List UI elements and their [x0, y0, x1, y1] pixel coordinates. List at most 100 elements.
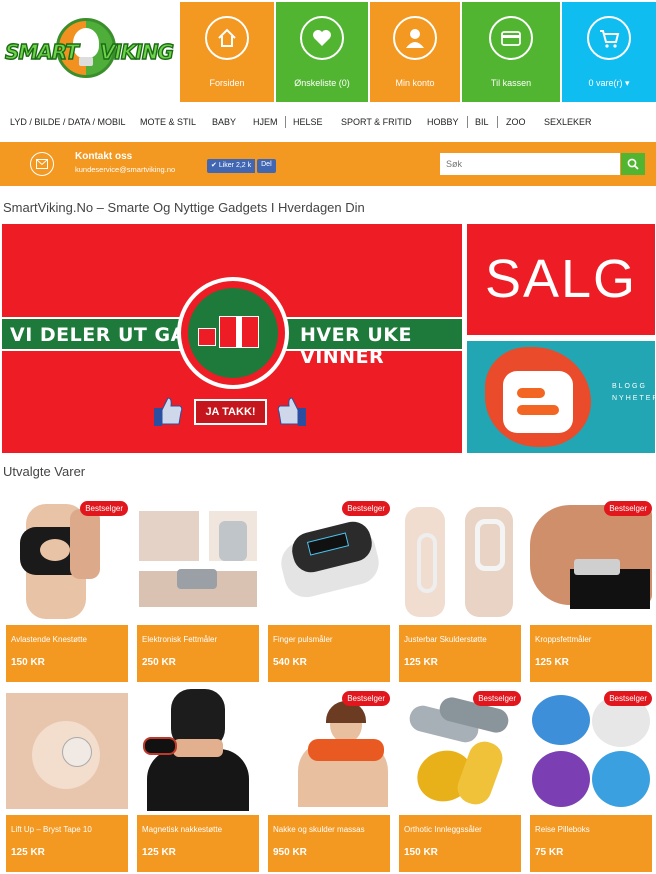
product-name[interactable]: Avlastende Knestøtte — [11, 635, 87, 644]
product-card[interactable]: Bestselger Finger pulsmåler 540 KR — [268, 499, 390, 682]
thumbs-up-icon: ✔ — [211, 162, 217, 169]
product-info: Reise Pilleboks 75 KR — [530, 815, 652, 872]
blog-banner[interactable]: BLOGG NYHETER — [467, 341, 655, 453]
product-price: 125 KR — [535, 657, 569, 668]
category-menu: LYD / BILDE / DATA / MOBIL MOTE & STIL B… — [0, 104, 656, 142]
nav-wishlist[interactable]: Ønskeliste (0) — [276, 2, 368, 102]
home-icon — [205, 16, 249, 60]
envelope-icon — [30, 152, 54, 176]
product-price: 125 KR — [11, 847, 45, 858]
product-name[interactable]: Reise Pilleboks — [535, 825, 590, 834]
product-price: 125 KR — [142, 847, 176, 858]
ja-takk-button[interactable]: JA TAKK! — [194, 399, 267, 425]
product-name[interactable]: Kroppsfettmåler — [535, 635, 591, 644]
nav-checkout[interactable]: Til kassen — [462, 2, 560, 102]
product-price: 150 KR — [11, 657, 45, 668]
chevron-down-icon: ▾ — [625, 78, 630, 88]
small-gift-icon — [198, 328, 216, 346]
product-card[interactable]: Magnetisk nakkestøtte 125 KR — [137, 689, 259, 872]
product-image[interactable] — [530, 689, 652, 811]
bestseller-badge: Bestselger — [342, 691, 390, 706]
category-item[interactable]: HELSE — [293, 117, 323, 127]
product-image[interactable] — [137, 499, 259, 621]
category-item[interactable]: BABY — [212, 117, 236, 127]
product-price: 125 KR — [404, 657, 438, 668]
thumbs-up-icon — [154, 397, 183, 426]
product-name[interactable]: Lift Up – Bryst Tape 10 — [11, 825, 92, 834]
contact-title: Kontakt oss — [75, 151, 133, 162]
contact-email[interactable]: kundeservice@smartviking.no — [75, 165, 175, 174]
section-title: Utvalgte Varer — [3, 464, 86, 479]
facebook-like-label: Liker 2,2 k — [218, 162, 252, 169]
search-icon — [627, 158, 639, 170]
lightbulb-base — [79, 57, 93, 66]
product-name[interactable]: Magnetisk nakkestøtte — [142, 825, 222, 834]
product-image[interactable] — [6, 689, 128, 811]
category-item[interactable]: LYD / BILDE / DATA / MOBIL — [10, 117, 126, 127]
product-name[interactable]: Orthotic Innleggssåler — [404, 825, 482, 834]
product-image[interactable] — [6, 499, 128, 621]
logo-word-right: VIKING — [99, 39, 174, 64]
bestseller-badge: Bestselger — [473, 691, 521, 706]
nav-home-label: Forsiden — [209, 78, 245, 88]
product-info: Magnetisk nakkestøtte 125 KR — [137, 815, 259, 872]
product-price: 540 KR — [273, 657, 307, 668]
nav-cart-label: 0 vare(r) ▾ — [562, 78, 656, 89]
product-card[interactable]: Lift Up – Bryst Tape 10 125 KR — [6, 689, 128, 872]
menu-divider — [467, 116, 468, 128]
category-item[interactable]: SPORT & FRITID — [341, 117, 412, 127]
product-info: Orthotic Innleggssåler 150 KR — [399, 815, 521, 872]
product-info: Lift Up – Bryst Tape 10 125 KR — [6, 815, 128, 872]
product-info: Justerbar Skulderstøtte 125 KR — [399, 625, 521, 682]
menu-divider — [285, 116, 286, 128]
credit-card-icon — [489, 16, 533, 60]
page-tagline: SmartViking.No – Smarte Og Nyttige Gadge… — [3, 200, 365, 215]
giveaway-banner[interactable]: VI DELER UT GAVER HVER UKE VINNER JA TAK… — [2, 224, 462, 453]
category-item[interactable]: BIL — [475, 117, 489, 127]
category-item[interactable]: HJEM — [253, 117, 278, 127]
facebook-like-button[interactable]: ✔ Liker 2,2 k — [207, 159, 256, 173]
category-item[interactable]: HOBBY — [427, 117, 459, 127]
product-info: Nakke og skulder massas 950 KR — [268, 815, 390, 872]
product-card[interactable]: Elektronisk Fettmåler 250 KR — [137, 499, 259, 682]
search-button[interactable] — [621, 153, 645, 175]
product-image[interactable] — [399, 689, 521, 811]
product-card[interactable]: Justerbar Skulderstøtte 125 KR — [399, 499, 521, 682]
product-image[interactable] — [268, 499, 390, 621]
blogger-icon-bar — [517, 388, 545, 398]
nav-cart[interactable]: 0 vare(r) ▾ — [562, 2, 656, 102]
category-item[interactable]: ZOO — [506, 117, 526, 127]
product-info: Elektronisk Fettmåler 250 KR — [137, 625, 259, 682]
category-item[interactable]: SEXLEKER — [544, 117, 592, 127]
product-card[interactable]: Bestselger Avlastende Knestøtte 150 KR — [6, 499, 128, 682]
product-image[interactable] — [268, 689, 390, 811]
product-card[interactable]: Bestselger Kroppsfettmåler 125 KR — [530, 499, 652, 682]
product-price: 250 KR — [142, 657, 176, 668]
product-image[interactable] — [137, 689, 259, 811]
product-image[interactable] — [399, 499, 521, 621]
blog-label: BLOGG NYHETER — [612, 383, 655, 402]
cart-icon — [587, 16, 631, 60]
product-name[interactable]: Elektronisk Fettmåler — [142, 635, 217, 644]
product-price: 75 KR — [535, 847, 564, 858]
sale-banner[interactable]: SALG — [467, 224, 655, 335]
product-name[interactable]: Nakke og skulder massas — [273, 825, 365, 834]
nav-home[interactable]: Forsiden — [180, 2, 274, 102]
nav-account[interactable]: Min konto — [370, 2, 460, 102]
banner-right-text: HVER UKE VINNER — [300, 324, 412, 368]
site-logo[interactable]: SMART VIKING — [0, 0, 180, 104]
product-info: Finger pulsmåler 540 KR — [268, 625, 390, 682]
product-name[interactable]: Finger pulsmåler — [273, 635, 333, 644]
product-card[interactable]: Bestselger Reise Pilleboks 75 KR — [530, 689, 652, 872]
product-image[interactable] — [530, 499, 652, 621]
product-name[interactable]: Justerbar Skulderstøtte — [404, 635, 487, 644]
product-card[interactable]: Bestselger Orthotic Innleggssåler 150 KR — [399, 689, 521, 872]
search-input[interactable] — [440, 153, 620, 175]
bestseller-badge: Bestselger — [342, 501, 390, 516]
category-item[interactable]: MOTE & STIL — [140, 117, 196, 127]
nav-checkout-label: Til kassen — [490, 78, 532, 88]
product-price: 950 KR — [273, 847, 307, 858]
facebook-share-button[interactable]: Del — [257, 159, 276, 173]
bestseller-badge: Bestselger — [604, 501, 652, 516]
product-card[interactable]: Bestselger Nakke og skulder massas 950 K… — [268, 689, 390, 872]
